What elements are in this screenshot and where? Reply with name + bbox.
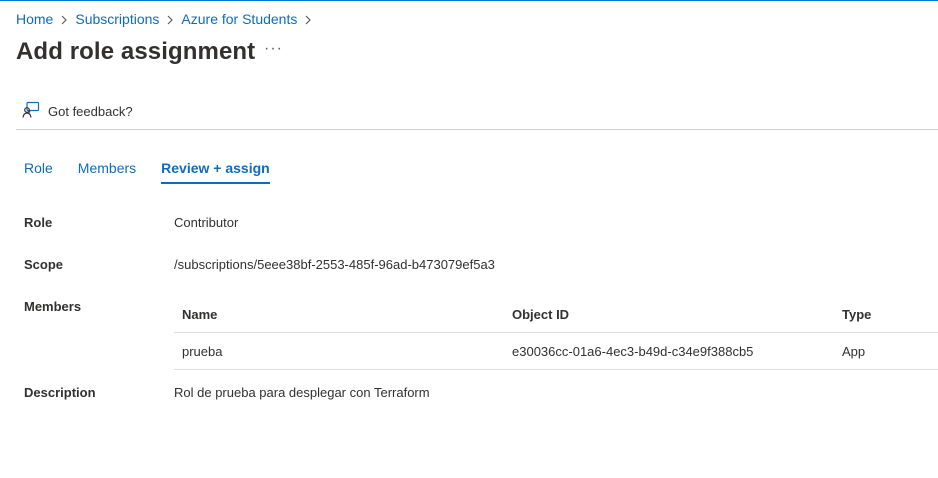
members-label: Members [24,299,82,314]
member-object-id-cell: e30036cc-01a6-4ec3-b49d-c34e9f388cb5 [512,343,754,359]
wizard-tabs: Role Members Review + assign [24,160,295,184]
top-accent-line [0,0,938,1]
breadcrumb-azure-for-students[interactable]: Azure for Students [181,11,297,27]
scope-value: /subscriptions/5eee38bf-2553-485f-96ad-b… [174,257,495,272]
table-header-row: Name Object ID Type [174,296,938,333]
breadcrumb-subscriptions[interactable]: Subscriptions [75,11,159,27]
table-row: prueba e30036cc-01a6-4ec3-b49d-c34e9f388… [174,333,938,370]
description-label: Description [24,385,96,400]
more-options-button[interactable]: ··· [264,40,283,58]
tab-role[interactable]: Role [24,160,53,184]
description-value: Rol de prueba para desplegar con Terrafo… [174,385,430,400]
members-table: Name Object ID Type prueba e30036cc-01a6… [174,296,938,370]
column-header-object-id: Object ID [512,306,570,322]
member-name-cell: prueba [182,343,223,359]
chevron-right-icon [53,11,75,27]
breadcrumb: Home Subscriptions Azure for Students [16,11,319,27]
chevron-right-icon [159,11,181,27]
column-header-type: Type [842,306,872,322]
member-type-cell: App [842,343,866,359]
role-value: Contributor [174,215,239,230]
tab-review-assign[interactable]: Review + assign [161,160,270,184]
chevron-right-icon [297,11,319,27]
toolbar-divider [16,129,938,130]
tab-members[interactable]: Members [78,160,136,184]
page-title: Add role assignment [16,38,256,65]
role-label: Role [24,215,53,230]
feedback-icon [22,101,48,122]
feedback-label: Got feedback? [48,104,133,119]
feedback-button[interactable]: Got feedback? [22,101,133,122]
column-header-name: Name [182,306,218,322]
breadcrumb-home[interactable]: Home [16,11,53,27]
scope-label: Scope [24,257,64,272]
